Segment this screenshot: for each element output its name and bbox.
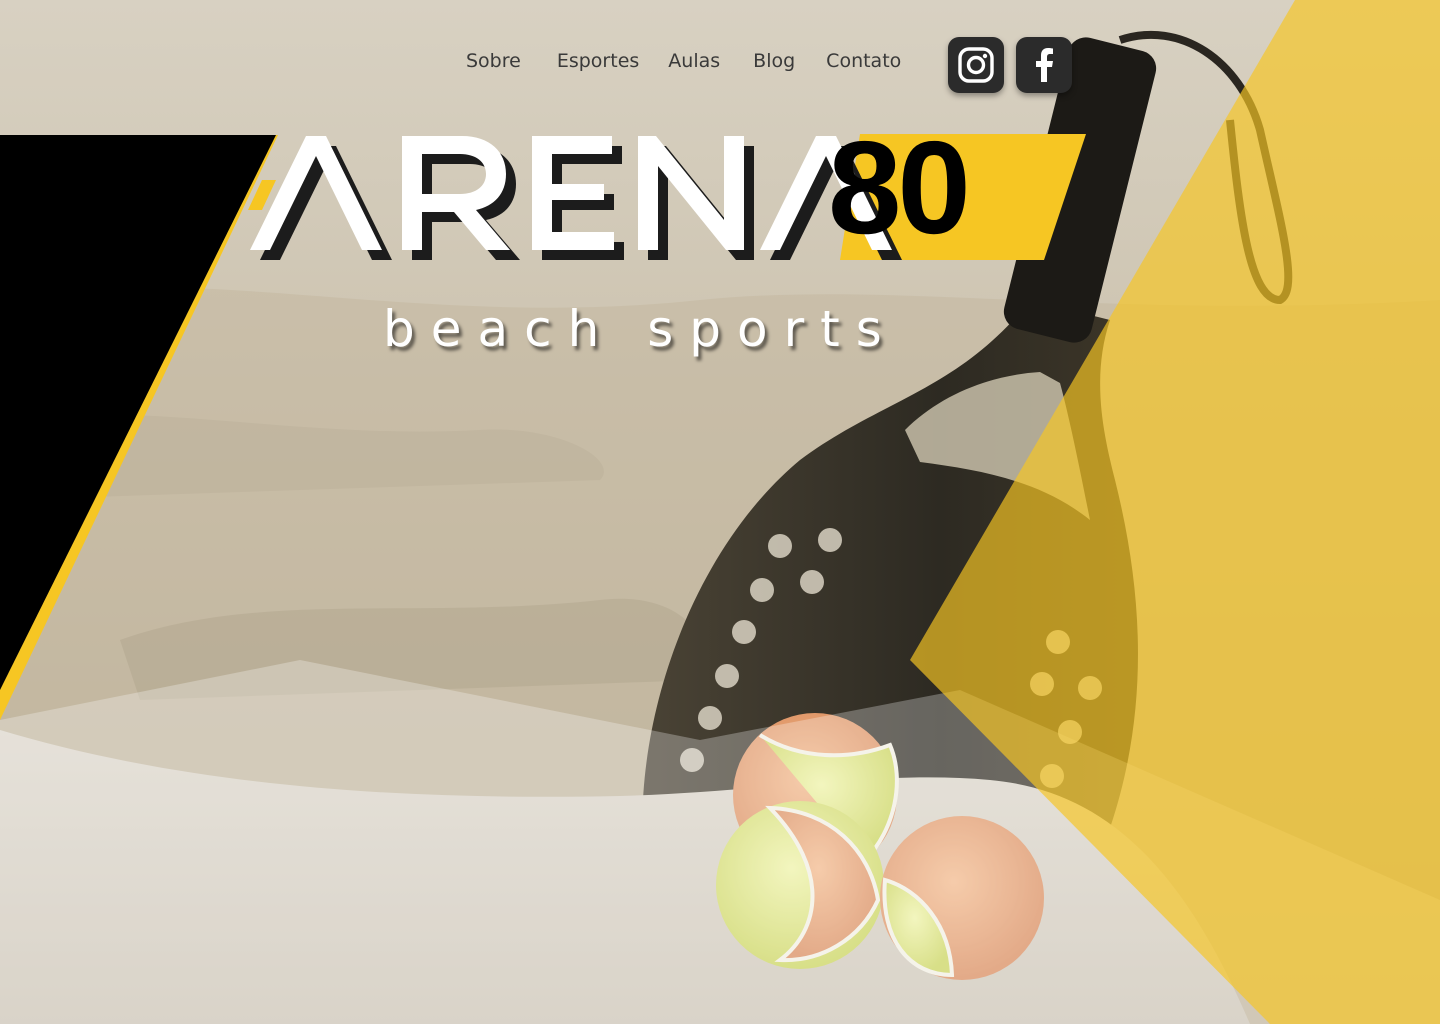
facebook-button[interactable] — [1016, 37, 1072, 93]
nav-link-sobre[interactable]: Sobre — [466, 50, 521, 72]
nav-link-aulas[interactable]: Aulas — [668, 50, 720, 72]
nav-link-blog[interactable]: Blog — [753, 50, 795, 72]
instagram-icon — [958, 47, 994, 83]
main-nav: Sobre Esportes Aulas Blog Contato — [466, 50, 901, 72]
facebook-icon — [1036, 48, 1053, 82]
instagram-button[interactable] — [948, 37, 1004, 93]
nav-link-contato[interactable]: Contato — [826, 50, 901, 72]
nav-link-esportes[interactable]: Esportes — [557, 50, 639, 72]
logo-number: 80 — [828, 114, 971, 261]
logo-subtitle: beach sports — [383, 300, 898, 358]
